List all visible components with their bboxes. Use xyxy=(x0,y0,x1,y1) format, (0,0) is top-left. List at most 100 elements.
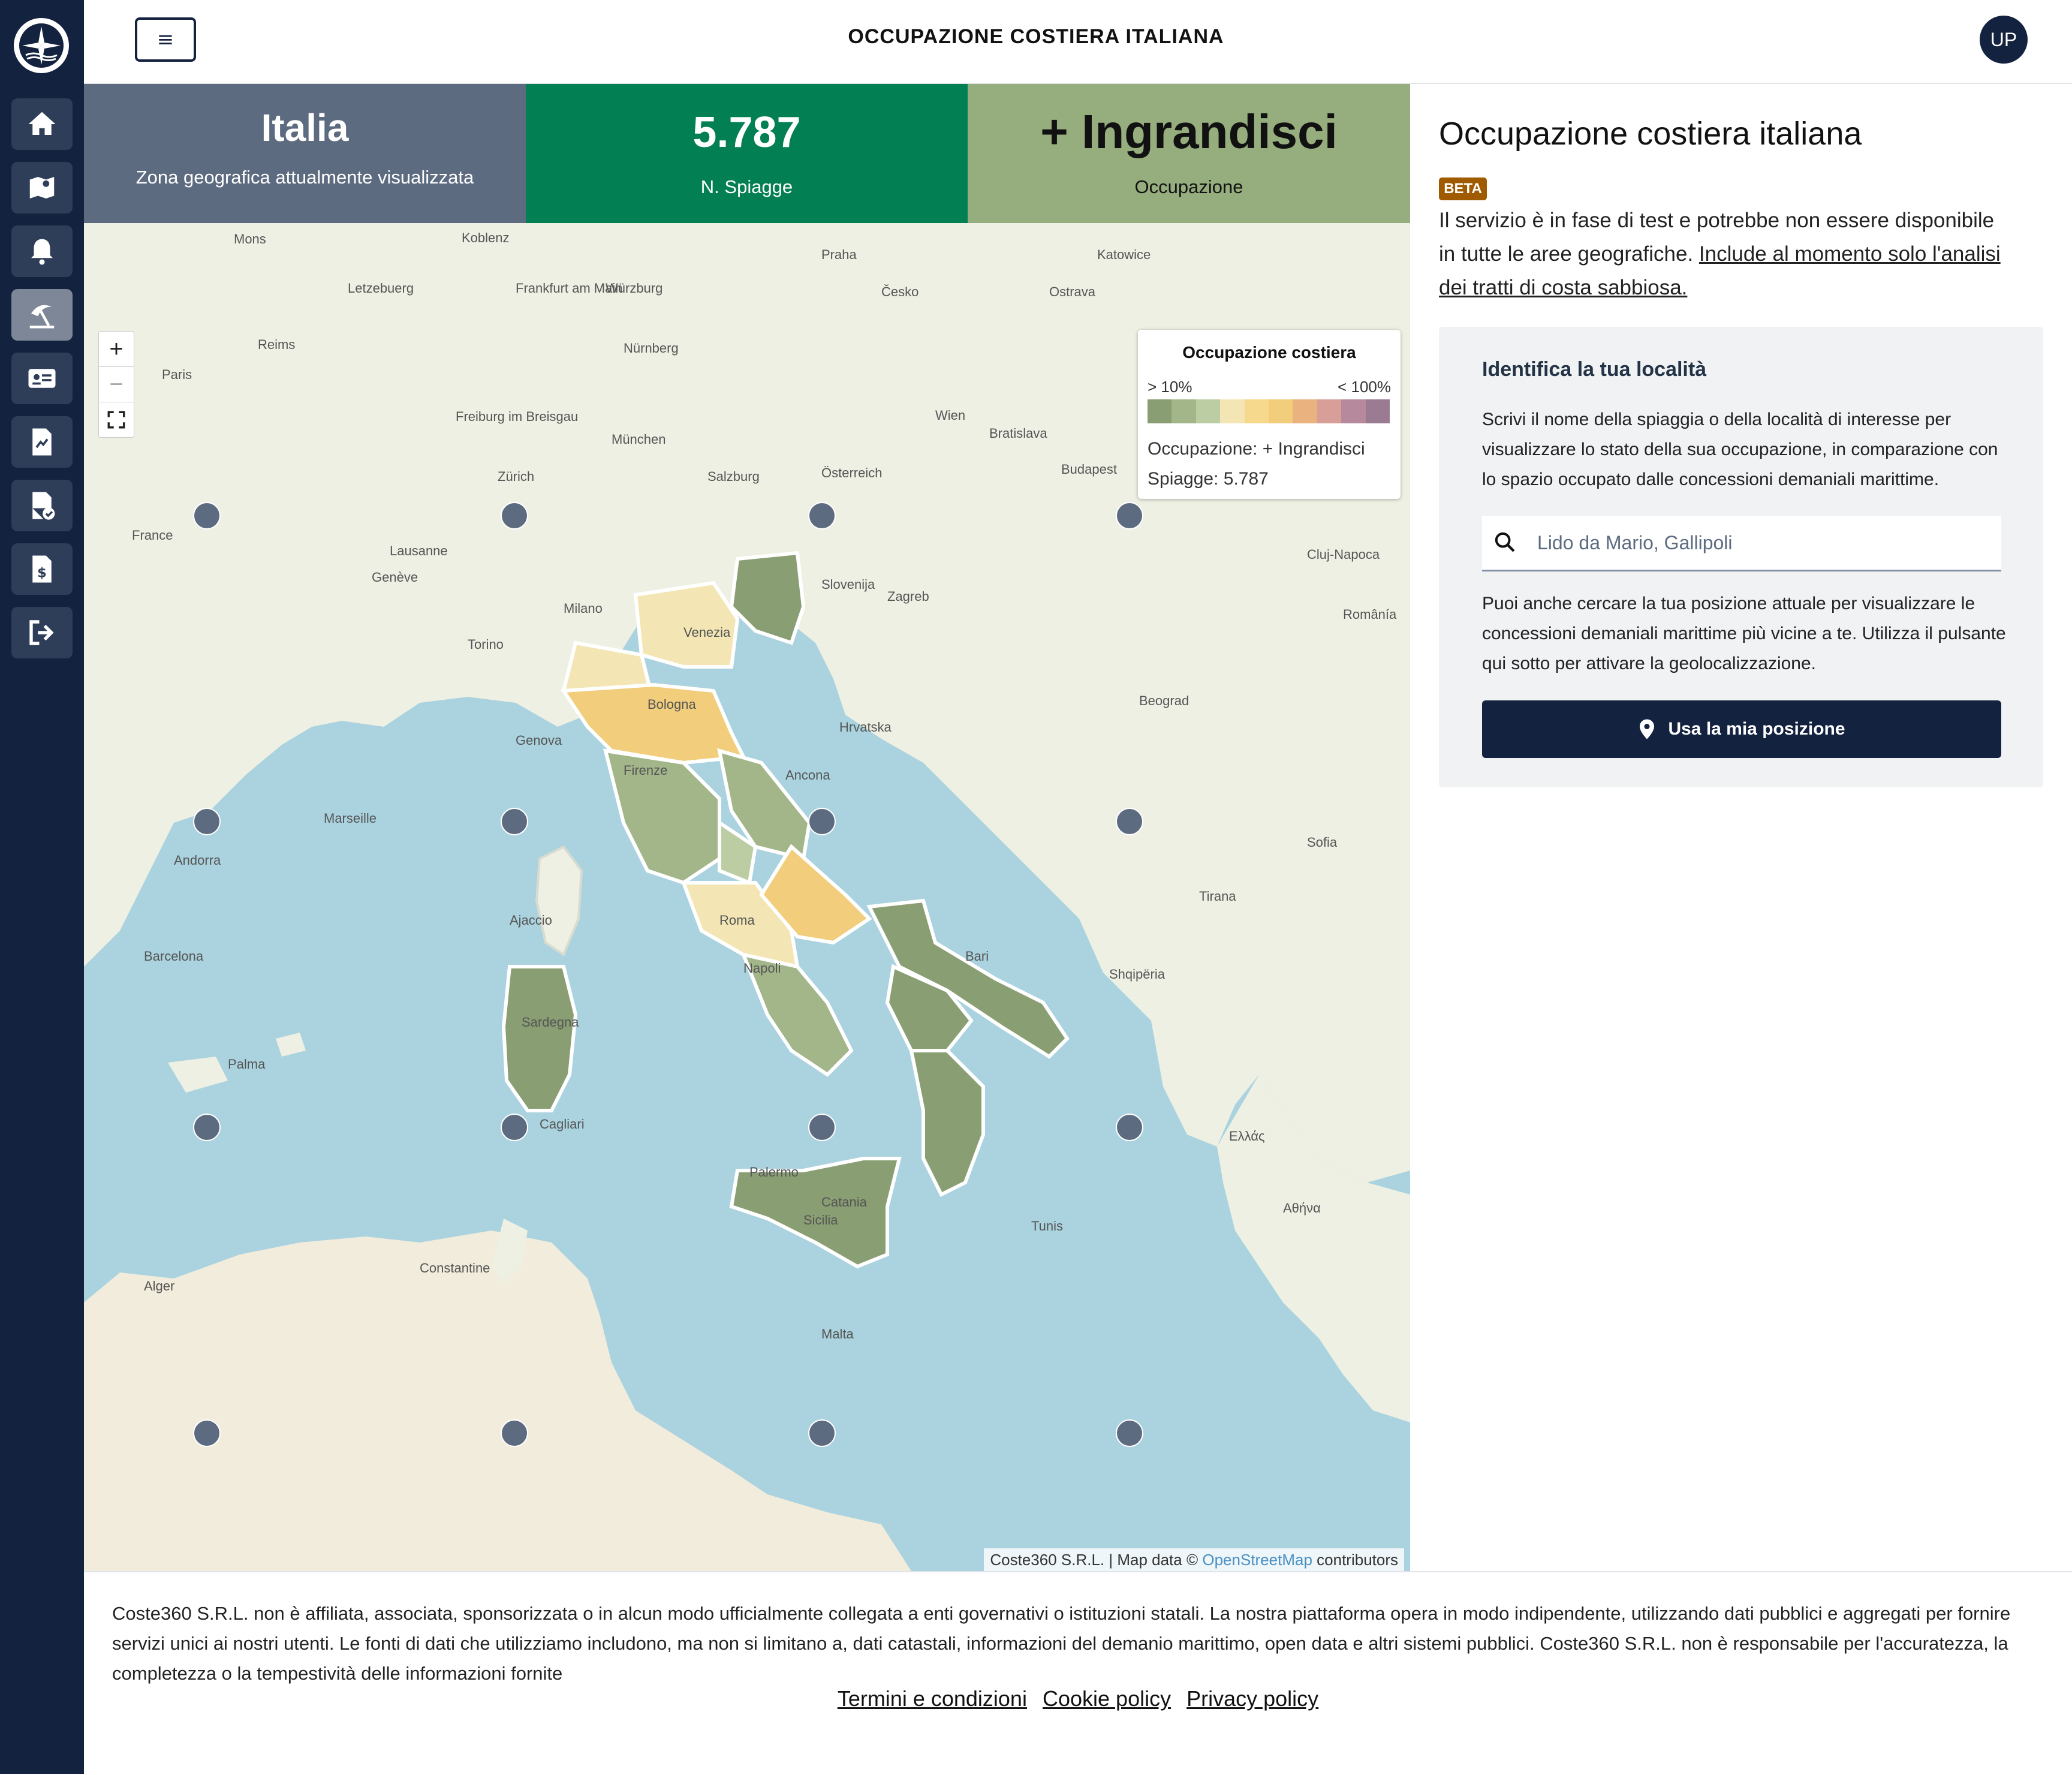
map-place-label: Milano xyxy=(564,601,603,616)
attribution-prefix: Coste360 S.R.L. | Map data © xyxy=(990,1551,1198,1569)
beach-count-tile: 5.787 N. Spiagge xyxy=(526,84,968,223)
logout-icon xyxy=(29,620,54,645)
map-place-label: Malta xyxy=(821,1326,854,1341)
search-box xyxy=(1482,516,2001,571)
panel-title: Occupazione costiera italiana xyxy=(1439,116,1862,152)
map-place-label: Shqipëria xyxy=(1109,967,1165,982)
sidebar-item-map[interactable] xyxy=(11,162,73,213)
map-place-label: Palermo xyxy=(749,1165,799,1180)
invoice-icon: $ xyxy=(32,555,52,583)
map-place-label: Roma xyxy=(719,913,755,928)
map-place-label: Constantine xyxy=(420,1260,490,1275)
map-place-label: Bratislava xyxy=(989,426,1047,441)
map-place-label: Alger xyxy=(144,1278,175,1293)
sidebar-item-id-card[interactable] xyxy=(11,353,73,404)
map-place-label: Marseille xyxy=(324,811,377,826)
map-place-label: Zürich xyxy=(498,469,535,484)
id-card-icon xyxy=(28,369,56,388)
sidebar-item-report[interactable] xyxy=(11,416,73,468)
map-place-label: Cagliari xyxy=(540,1117,585,1132)
legend-max-label: < 100% xyxy=(1338,378,1391,396)
map-place-label: Lausanne xyxy=(390,543,448,558)
legend-color-scale xyxy=(1148,399,1390,423)
map-place-label: Česko xyxy=(881,284,919,299)
zone-value: Italia xyxy=(261,106,349,149)
map-place-label: Ajaccio xyxy=(510,913,552,928)
footer-links: Termini e condizioni Cookie policy Priva… xyxy=(84,1686,2072,1711)
sidebar-item-verified[interactable] xyxy=(11,480,73,531)
beta-badge: BETA xyxy=(1439,178,1487,200)
map-place-label: Würzburg xyxy=(606,281,663,296)
page-title: OCCUPAZIONE COSTIERA ITALIANA xyxy=(848,25,1224,48)
openstreetmap-link[interactable]: OpenStreetMap xyxy=(1202,1551,1312,1569)
zoom-in-button[interactable]: + xyxy=(98,331,134,367)
sidebar-item-invoice[interactable]: $ xyxy=(11,543,73,595)
map-place-label: Napoli xyxy=(743,961,781,976)
zone-label: Zona geografica attualmente visualizzata xyxy=(135,167,474,188)
map-place-label: Nürnberg xyxy=(624,341,679,356)
location-search-input[interactable] xyxy=(1536,516,1994,570)
privacy-policy-link[interactable]: Privacy policy xyxy=(1186,1686,1318,1711)
map-place-label: Katowice xyxy=(1097,247,1151,262)
map-place-label: Sardegna xyxy=(522,1015,579,1030)
map-place-label: Bologna xyxy=(648,697,696,712)
map-place-label: Andorra xyxy=(174,853,221,868)
use-my-location-button[interactable]: Usa la mia posizione xyxy=(1482,700,2001,758)
cookie-policy-link[interactable]: Cookie policy xyxy=(1043,1686,1171,1711)
use-my-location-label: Usa la mia posizione xyxy=(1668,719,1845,739)
map-place-label: Reims xyxy=(258,337,296,352)
map-place-label: Αθήνα xyxy=(1283,1201,1321,1216)
legend-min-label: > 10% xyxy=(1148,378,1192,396)
map-place-label: Bari xyxy=(965,949,989,964)
map-place-label: München xyxy=(612,432,666,447)
map-place-label: Beograd xyxy=(1139,693,1189,708)
map-place-label: Genova xyxy=(516,733,562,748)
map-attribution: Coste360 S.R.L. | Map data © OpenStreetM… xyxy=(984,1548,1404,1571)
map-icon xyxy=(29,177,55,198)
map-place-label: Freiburg im Breisgau xyxy=(456,409,579,424)
sidebar: $ xyxy=(0,0,84,1774)
legend-swatch xyxy=(1317,399,1342,423)
zone-stat-tile: Italia Zona geografica attualmente visua… xyxy=(84,84,526,223)
occupancy-tile[interactable]: + Ingrandisci Occupazione xyxy=(968,84,1410,223)
panel-description: Il servizio è in fase di test e potrebbe… xyxy=(1439,204,2014,305)
map-place-label: Cluj-Napoca xyxy=(1307,547,1380,562)
search-card-description: Scrivi il nome della spiaggia o della lo… xyxy=(1482,410,1998,489)
geolocation-description: Puoi anche cercare la tua posizione attu… xyxy=(1482,594,2006,673)
map-place-label: Slovenija xyxy=(821,577,875,592)
legend-occupancy-text: Occupazione: + Ingrandisci xyxy=(1148,439,1365,459)
zoom-out-button[interactable]: − xyxy=(98,366,134,402)
svg-text:$: $ xyxy=(37,565,47,581)
beach-count-label: N. Spiagge xyxy=(700,176,793,197)
map-place-label: Sicilia xyxy=(803,1213,838,1228)
legend-beaches-text: Spiagge: 5.787 xyxy=(1148,469,1269,489)
legend-swatch xyxy=(1244,399,1269,423)
map-place-label: Firenze xyxy=(624,763,668,778)
sidebar-item-beach[interactable] xyxy=(11,289,73,341)
map-place-label: Mons xyxy=(234,231,266,246)
sidebar-item-logout[interactable] xyxy=(11,607,73,658)
fullscreen-icon xyxy=(107,411,125,429)
map-place-label: Genève xyxy=(372,570,418,585)
map-place-label: Praha xyxy=(821,247,857,262)
search-card-title: Identifica la tua località xyxy=(1482,358,1707,381)
legend-swatch xyxy=(1293,399,1317,423)
footer: Coste360 S.R.L. non è affiliata, associa… xyxy=(84,1571,2072,1775)
sidebar-item-home[interactable] xyxy=(11,98,73,150)
location-pin-icon xyxy=(1640,719,1655,739)
footer-disclaimer: Coste360 S.R.L. non è affiliata, associa… xyxy=(112,1603,2011,1684)
sidebar-item-notifications[interactable] xyxy=(11,225,73,277)
coastal-occupancy-map[interactable]: Mons Koblenz Praha Katowice Letzebuerg Frankf… xyxy=(84,223,1410,1571)
map-place-label: Torino xyxy=(468,637,504,652)
document-chart-icon xyxy=(32,428,52,456)
legend-swatch xyxy=(1171,399,1196,423)
home-icon xyxy=(28,112,56,135)
beach-umbrella-icon xyxy=(29,305,55,329)
map-place-label: Letzebuerg xyxy=(348,281,414,296)
map-place-label: Venezia xyxy=(683,625,731,640)
map-place-label: Zagreb xyxy=(887,589,929,604)
fullscreen-button[interactable] xyxy=(98,402,134,438)
search-icon xyxy=(1495,532,1515,552)
user-avatar[interactable]: UP xyxy=(1980,16,2028,64)
terms-link[interactable]: Termini e condizioni xyxy=(838,1686,1027,1711)
